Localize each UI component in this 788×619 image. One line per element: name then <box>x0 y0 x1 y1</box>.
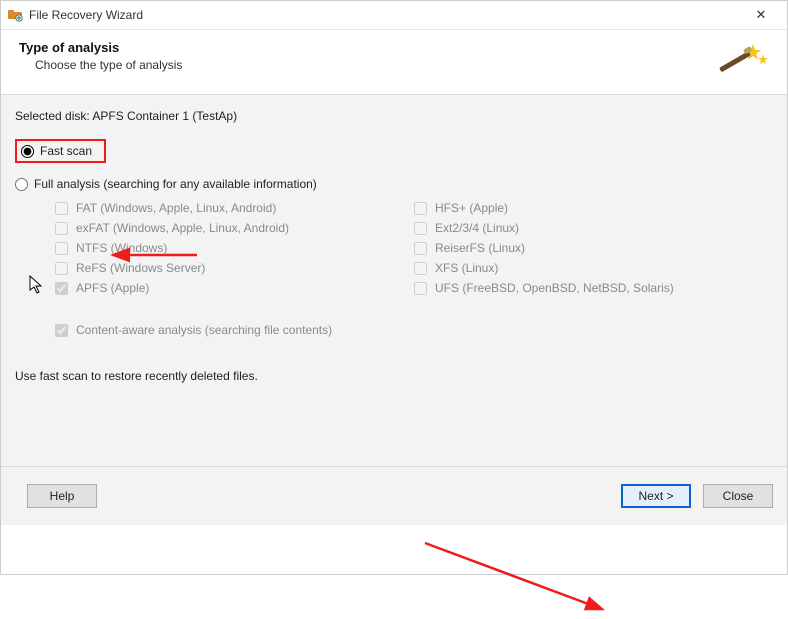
cursor-icon <box>29 275 45 298</box>
fast-scan-label: Fast scan <box>40 144 92 158</box>
filesystem-label: ReiserFS (Linux) <box>435 241 525 255</box>
full-analysis-option[interactable]: Full analysis (searching for any availab… <box>15 177 773 191</box>
filesystem-label: APFS (Apple) <box>76 281 149 295</box>
filesystem-label: UFS (FreeBSD, OpenBSD, NetBSD, Solaris) <box>435 281 674 295</box>
filesystem-label: ReFS (Windows Server) <box>76 261 205 275</box>
close-icon: ✕ <box>756 7 767 23</box>
filesystem-label: FAT (Windows, Apple, Linux, Android) <box>76 201 276 215</box>
filesystem-checkbox[interactable] <box>414 242 427 255</box>
fast-scan-radio[interactable] <box>21 145 34 158</box>
page-subtitle: Choose the type of analysis <box>35 58 713 72</box>
footer: Help Next > Close <box>1 466 787 525</box>
wizard-window: File Recovery Wizard ✕ Type of analysis … <box>0 0 788 575</box>
wizard-wand-icon <box>713 40 769 80</box>
filesystem-option[interactable]: exFAT (Windows, Apple, Linux, Android) <box>55 221 414 235</box>
filesystem-checkbox[interactable] <box>414 282 427 295</box>
header: Type of analysis Choose the type of anal… <box>1 30 787 94</box>
full-analysis-radio[interactable] <box>15 178 28 191</box>
filesystem-option[interactable]: XFS (Linux) <box>414 261 773 275</box>
filesystem-option[interactable]: Ext2/3/4 (Linux) <box>414 221 773 235</box>
filesystem-option[interactable]: HFS+ (Apple) <box>414 201 773 215</box>
filesystem-option[interactable]: FAT (Windows, Apple, Linux, Android) <box>55 201 414 215</box>
filesystem-option[interactable]: ReFS (Windows Server) <box>55 261 414 275</box>
filesystem-checkbox[interactable] <box>414 222 427 235</box>
annotation-arrow-icon <box>421 539 621 619</box>
close-button[interactable]: Close <box>703 484 773 508</box>
content-aware-label: Content-aware analysis (searching file c… <box>76 323 332 337</box>
filesystem-option[interactable]: UFS (FreeBSD, OpenBSD, NetBSD, Solaris) <box>414 281 773 295</box>
filesystem-grid: FAT (Windows, Apple, Linux, Android) exFA… <box>55 195 773 301</box>
body: Selected disk: APFS Container 1 (TestAp)… <box>1 95 787 525</box>
content-aware-option[interactable]: Content-aware analysis (searching file c… <box>55 323 773 337</box>
filesystem-label: XFS (Linux) <box>435 261 498 275</box>
fast-scan-option[interactable]: Fast scan <box>15 139 773 163</box>
hint-text: Use fast scan to restore recently delete… <box>15 369 773 383</box>
window-title: File Recovery Wizard <box>29 8 741 22</box>
filesystem-label: Ext2/3/4 (Linux) <box>435 221 519 235</box>
filesystem-label: NTFS (Windows) <box>76 241 167 255</box>
app-icon <box>7 7 23 23</box>
window-close-button[interactable]: ✕ <box>741 1 781 29</box>
filesystem-option[interactable]: NTFS (Windows) <box>55 241 414 255</box>
filesystem-checkbox[interactable] <box>55 282 68 295</box>
filesystem-checkbox[interactable] <box>55 262 68 275</box>
filesystem-label: exFAT (Windows, Apple, Linux, Android) <box>76 221 289 235</box>
filesystem-label: HFS+ (Apple) <box>435 201 508 215</box>
filesystem-checkbox[interactable] <box>55 202 68 215</box>
filesystem-checkbox[interactable] <box>414 262 427 275</box>
page-title: Type of analysis <box>19 40 713 55</box>
selected-disk-label: Selected disk: APFS Container 1 (TestAp) <box>15 109 773 123</box>
filesystem-checkbox[interactable] <box>55 222 68 235</box>
filesystem-checkbox[interactable] <box>55 242 68 255</box>
next-button[interactable]: Next > <box>621 484 691 508</box>
content-aware-checkbox[interactable] <box>55 324 68 337</box>
filesystem-option[interactable]: APFS (Apple) <box>55 281 414 295</box>
help-button[interactable]: Help <box>27 484 97 508</box>
titlebar: File Recovery Wizard ✕ <box>1 1 787 30</box>
filesystem-checkbox[interactable] <box>414 202 427 215</box>
full-analysis-label: Full analysis (searching for any availab… <box>34 177 317 191</box>
filesystem-option[interactable]: ReiserFS (Linux) <box>414 241 773 255</box>
